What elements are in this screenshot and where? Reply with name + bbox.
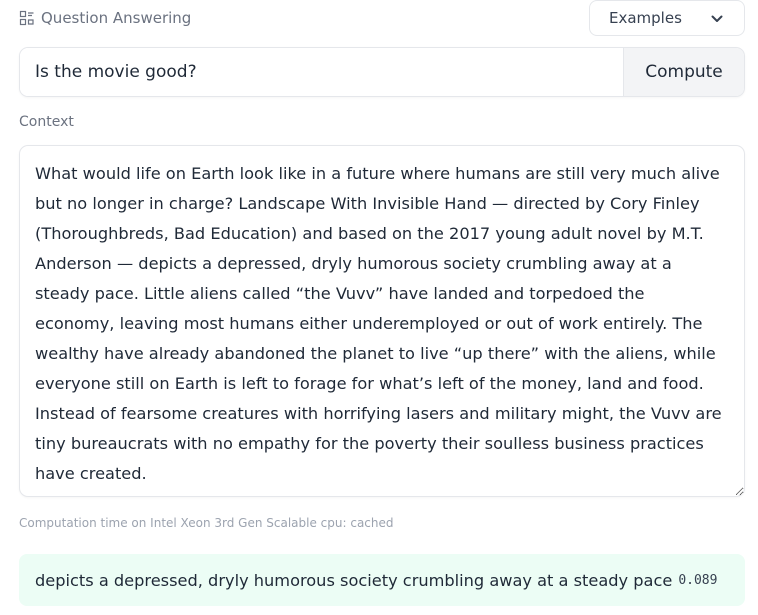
context-label: Context [19,114,74,130]
task-label: Question Answering [19,9,191,27]
question-form: Compute [19,47,745,97]
question-answering-widget: Question Answering Examples Compute Cont… [0,0,758,615]
chevron-down-icon [710,12,724,26]
compute-button[interactable]: Compute [623,48,744,96]
context-textarea[interactable]: What would life on Earth look like in a … [19,145,745,497]
answer-output: depicts a depressed, dryly humorous soci… [19,554,745,606]
question-input[interactable] [20,48,623,96]
computation-time: Computation time on Intel Xeon 3rd Gen S… [19,516,394,530]
question-answering-icon [19,10,35,26]
examples-dropdown[interactable]: Examples [589,0,745,36]
task-title: Question Answering [41,9,192,27]
context-text: What would life on Earth look like in a … [35,164,722,483]
answer-text: depicts a depressed, dryly humorous soci… [35,570,673,590]
answer-score: 0.089 [678,572,718,588]
resize-handle-icon[interactable] [731,483,741,496]
examples-label: Examples [609,9,682,27]
widget-header: Question Answering Examples [19,0,745,38]
